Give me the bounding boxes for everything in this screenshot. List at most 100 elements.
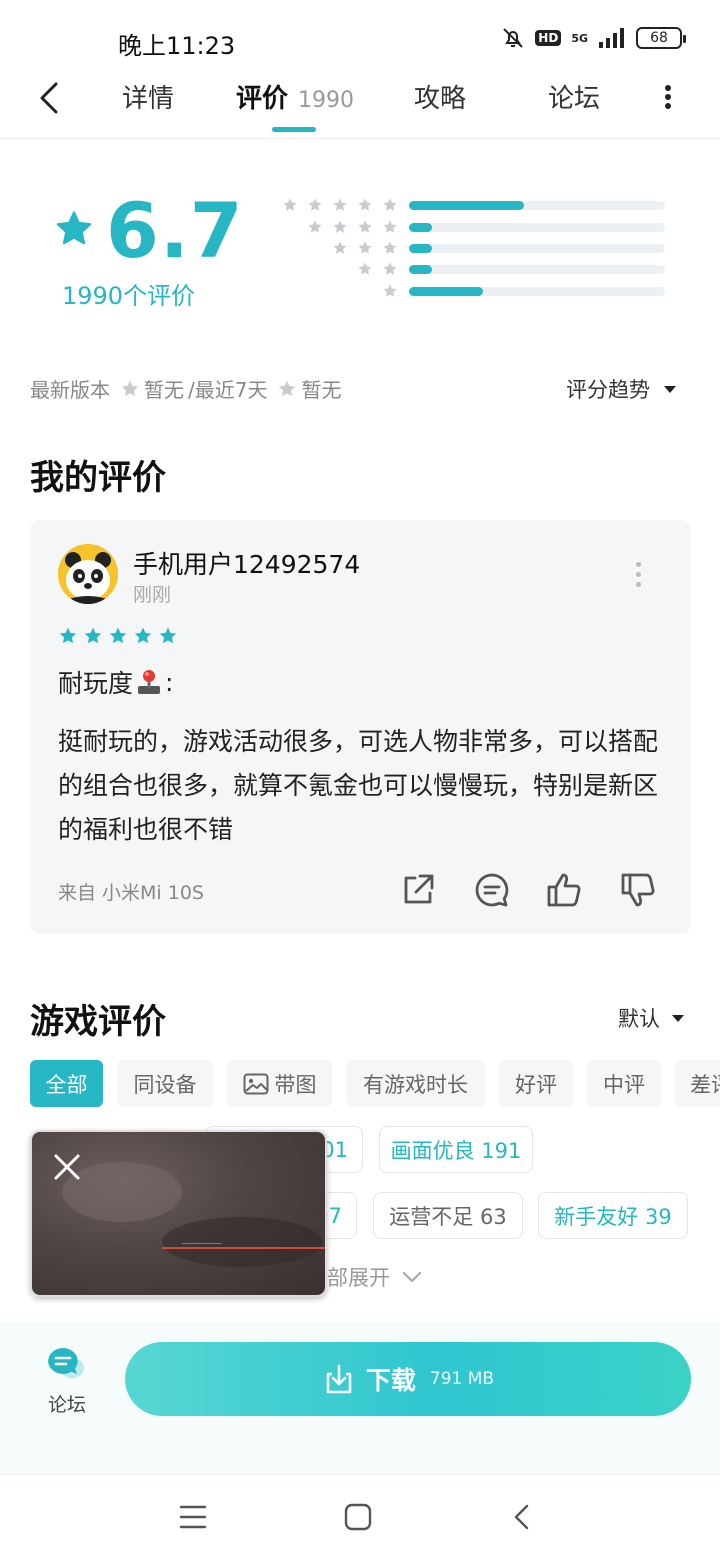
rating-bar-fill [409, 265, 433, 274]
star-icon [383, 198, 397, 211]
mute-bell-icon [503, 28, 524, 48]
dislike-icon[interactable] [618, 870, 658, 910]
back-icon[interactable] [512, 1503, 532, 1531]
review-subtitle: 耐玩度 : [58, 664, 173, 700]
image-icon [243, 1073, 268, 1094]
rating-bar-1 [409, 287, 665, 296]
star-icon [84, 627, 102, 644]
star-icon [56, 211, 92, 245]
filter-label: 同设备 [133, 1072, 197, 1097]
review-subtitle-label: 耐玩度 [58, 669, 134, 698]
comment-icon[interactable] [472, 870, 512, 910]
tab-reviews-count: 1990 [298, 88, 355, 113]
rating-score: 6.7 [106, 186, 244, 275]
rating-bar-fill [409, 287, 484, 296]
sort-label: 默认 [618, 1007, 660, 1031]
review-text: 挺耐玩的，游戏活动很多，可选人物非常多，可以搭配的组合也很多，就算不氪金也可以慢… [58, 727, 659, 844]
like-icon[interactable] [544, 870, 584, 910]
tab-details[interactable]: 详情 [122, 78, 174, 115]
star-icon [283, 198, 297, 211]
review-tag[interactable]: 画面优良 191 [379, 1126, 533, 1173]
battery-icon: 68 [636, 27, 686, 49]
status-icons: HD 5G 68 [501, 26, 686, 50]
filter-neutral[interactable]: 中评 [587, 1060, 661, 1107]
filter-with-image[interactable]: 带图 [227, 1060, 332, 1107]
tab-guides[interactable]: 攻略 [414, 78, 466, 115]
tab-forum[interactable]: 论坛 [548, 78, 600, 115]
star-icon [333, 220, 347, 233]
filter-has-playtime[interactable]: 有游戏时长 [346, 1060, 485, 1107]
star-icon [358, 241, 372, 254]
floating-video-player[interactable] [30, 1130, 327, 1297]
game-reviews-title: 游戏评价 [30, 1002, 166, 1042]
review-stars [58, 626, 178, 646]
filter-label: 好评 [515, 1072, 557, 1097]
more-vertical-icon[interactable] [662, 84, 674, 110]
filter-all[interactable]: 全部 [30, 1060, 103, 1107]
rating-row-stars [332, 240, 398, 256]
battery-level: 68 [650, 30, 668, 46]
review-time: 刚刚 [133, 584, 172, 606]
forum-button[interactable] [46, 1346, 88, 1382]
rating-bar-3 [409, 244, 665, 253]
rating-count: 1990个评价 [62, 282, 196, 310]
tab-reviews[interactable]: 评价 1990 [236, 78, 354, 115]
tab-details-label: 详情 [122, 84, 175, 114]
download-button[interactable]: 下载 791 MB [125, 1342, 691, 1416]
version-rating-line: 最新版本 暂无 /最近7天 暂无 [30, 374, 341, 403]
trend-label: 评分趋势 [566, 378, 650, 402]
rating-row-stars [282, 197, 398, 213]
active-tab-indicator [272, 127, 316, 132]
rating-bar-fill [409, 244, 433, 253]
network-label: 5G [571, 31, 588, 45]
avatar[interactable] [58, 544, 118, 604]
star-icon [308, 198, 322, 211]
star-icon [358, 198, 372, 211]
forum-chat-icon [48, 1348, 84, 1378]
filter-label: 全部 [45, 1072, 88, 1097]
star-icon [308, 220, 322, 233]
rating-row-stars [307, 219, 398, 235]
rating-bar-4 [409, 223, 665, 232]
star-icon [134, 627, 152, 644]
star-icon [121, 380, 139, 396]
star-icon [159, 627, 177, 644]
status-time: 晚上11:23 [118, 32, 236, 60]
share-icon[interactable] [398, 870, 438, 910]
tab-forum-label: 论坛 [548, 84, 601, 114]
review-source: 来自 小米Mi 10S [58, 882, 204, 904]
star-icon [109, 627, 127, 644]
expand-label: 部展开 [327, 1266, 390, 1290]
rating-row-stars [357, 261, 398, 277]
recent-value: 暂无 [301, 378, 342, 402]
review-username: 手机用户12492574 [133, 550, 361, 579]
filter-positive[interactable]: 好评 [499, 1060, 573, 1107]
rating-trend-dropdown[interactable]: 评分趋势 [566, 374, 676, 404]
star-icon [59, 627, 77, 644]
latest-version-label: 最新版本 [30, 378, 110, 402]
review-tag[interactable]: 运营不足 63 [373, 1192, 523, 1239]
filter-same-device[interactable]: 同设备 [117, 1060, 213, 1107]
close-icon[interactable] [52, 1152, 82, 1182]
review-tag[interactable]: 新手友好 39 [538, 1192, 688, 1239]
home-icon[interactable] [344, 1503, 372, 1531]
filter-negative[interactable]: 差评 [675, 1060, 720, 1107]
latest-version-value: 暂无 [144, 378, 184, 402]
dropdown-arrow-icon [664, 385, 676, 393]
star-icon [358, 220, 372, 233]
filter-label: 带图 [274, 1072, 317, 1097]
signal-icon [599, 28, 624, 48]
menu-icon[interactable] [179, 1504, 207, 1530]
rating-bar-fill [409, 201, 525, 210]
back-arrow-icon[interactable] [38, 82, 62, 114]
my-review-card[interactable]: 手机用户12492574 刚刚 耐玩度 : 挺耐玩的，游戏活动很多，可选人物非常… [30, 520, 691, 934]
star-icon [333, 198, 347, 211]
expand-all-button[interactable]: 部展开 [327, 1262, 422, 1292]
recent-label: /最近7天 [188, 378, 268, 402]
download-label: 下载 [365, 1366, 416, 1395]
tab-guides-label: 攻略 [414, 84, 467, 114]
sort-dropdown[interactable]: 默认 [618, 1003, 684, 1033]
rating-bar-2 [409, 265, 665, 274]
divider [0, 138, 720, 139]
review-more-icon[interactable] [636, 562, 641, 587]
